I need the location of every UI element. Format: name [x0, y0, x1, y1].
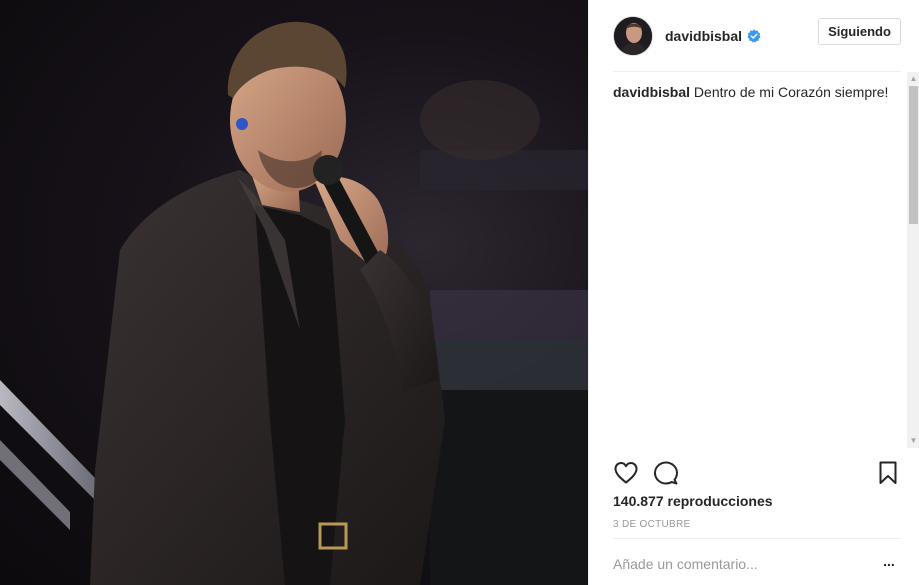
view-count[interactable]: 140.877 reproducciones [613, 493, 773, 509]
post-date[interactable]: 3 DE OCTUBRE [613, 519, 691, 530]
avatar-image [614, 17, 652, 55]
bookmark-icon[interactable] [875, 460, 901, 486]
verified-badge-icon [747, 29, 761, 43]
scroll-down-arrow-icon[interactable]: ▼ [907, 434, 919, 448]
avatar[interactable] [613, 16, 653, 56]
post-media[interactable] [0, 0, 588, 585]
comment-input[interactable] [613, 552, 863, 576]
following-button[interactable]: Siguiendo [818, 18, 901, 45]
header-divider [613, 71, 901, 72]
caption-username[interactable]: davidbisbal [613, 84, 690, 100]
header-username[interactable]: davidbisbal [665, 28, 742, 44]
comment-divider [613, 538, 901, 539]
concert-photo [0, 21, 588, 585]
scroll-up-arrow-icon[interactable]: ▲ [907, 72, 919, 86]
post-panel: davidbisbal Siguiendo davidbisbal Dentro… [588, 0, 919, 585]
post-header: davidbisbal Siguiendo [589, 0, 919, 72]
scrollbar-thumb[interactable] [909, 86, 918, 224]
action-bar [613, 460, 901, 486]
caption-text: Dentro de mi Corazón siempre! [693, 84, 889, 100]
caption: davidbisbal Dentro de mi Corazón siempre… [613, 83, 895, 101]
heart-icon[interactable] [613, 460, 639, 486]
comments-scrollbar[interactable]: ▲ ▼ [907, 72, 919, 448]
more-options-button[interactable]: ... [877, 554, 901, 572]
comment-icon[interactable] [653, 460, 679, 486]
comments-area: davidbisbal Dentro de mi Corazón siempre… [613, 83, 895, 447]
